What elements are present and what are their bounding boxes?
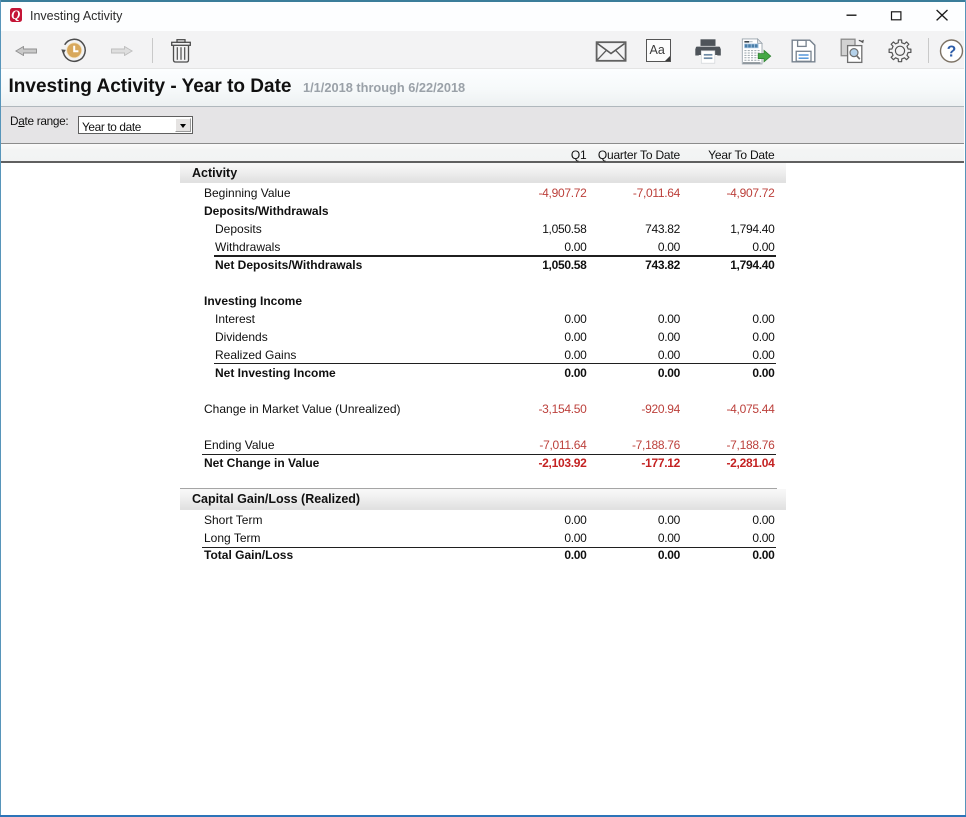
svg-text:?: ? (947, 44, 956, 61)
